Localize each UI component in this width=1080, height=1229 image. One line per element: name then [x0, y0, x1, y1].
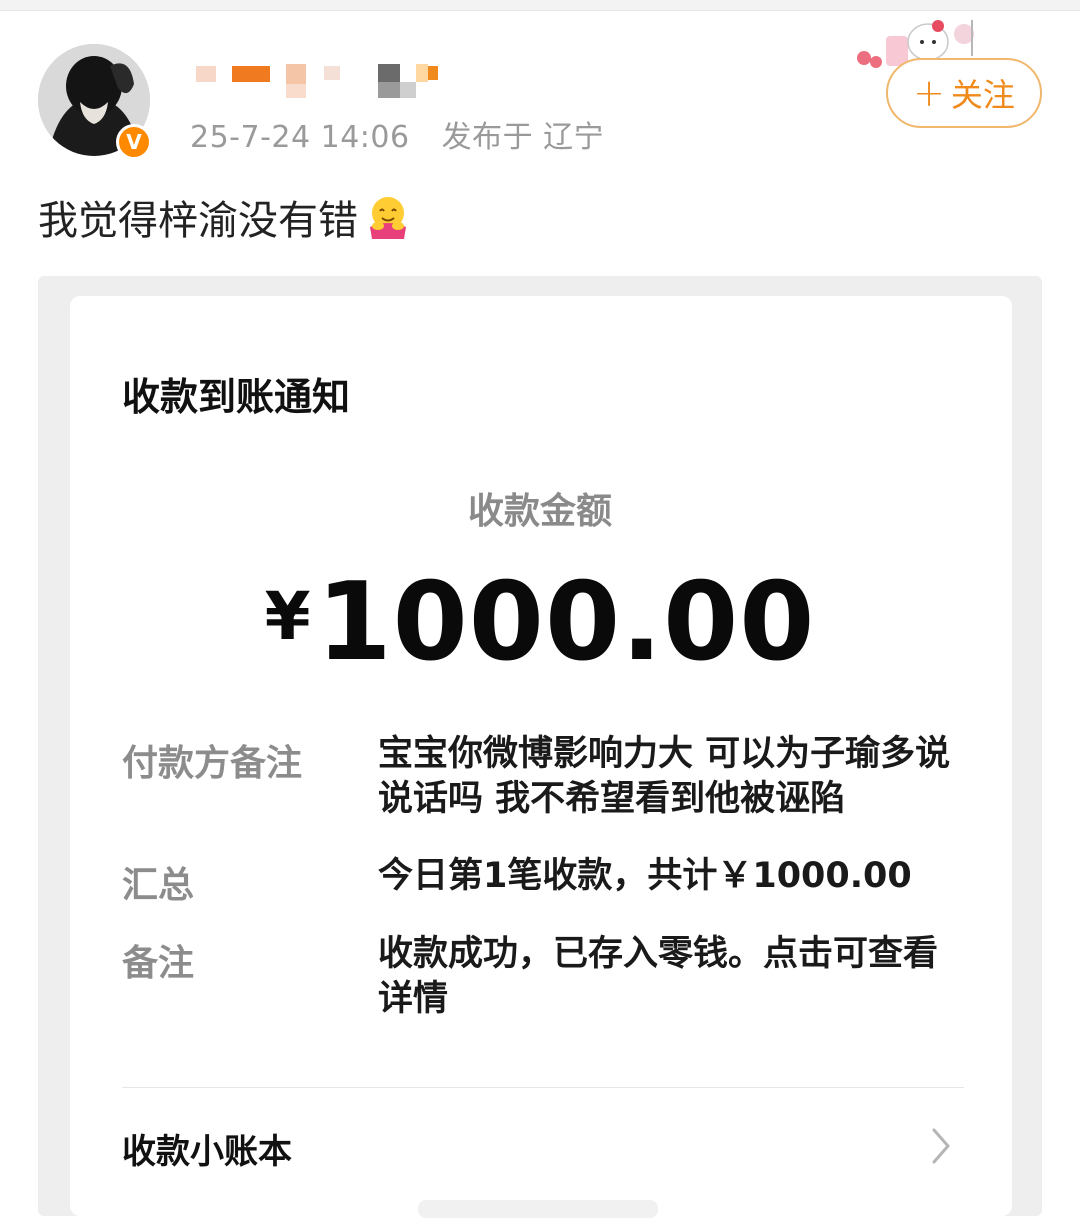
payer-note-label: 付款方备注: [122, 743, 303, 784]
post-text: 我觉得梓渝没有错: [38, 188, 412, 246]
follow-button[interactable]: + 关注: [886, 58, 1042, 128]
post-meta: 25-7-24 14:06 发布于 辽宁: [190, 112, 604, 156]
top-divider: [0, 0, 1080, 11]
card-divider: [122, 1087, 964, 1088]
follow-button-label: 关注: [950, 76, 1015, 114]
verified-badge-icon: V: [116, 124, 152, 160]
blurred-watermark: [418, 1200, 658, 1218]
amount-label: 收款金额: [467, 491, 612, 532]
summary-label: 汇总: [122, 865, 195, 906]
summary-value: 今日第1笔收款，共计￥1000.00: [378, 856, 912, 896]
post-timestamp: 25-7-24 14:06: [190, 120, 410, 155]
amount-number: 1000.00: [316, 560, 816, 685]
remark-label: 备注: [122, 943, 195, 984]
post-location: 辽宁: [543, 120, 605, 155]
username-blurred[interactable]: [196, 62, 456, 102]
ledger-link[interactable]: 收款小账本: [122, 1124, 292, 1173]
remark-value[interactable]: 收款成功，已存入零钱。点击可查看详情: [378, 932, 968, 1022]
payer-note-value: 宝宝你微博影响力大 可以为子瑜多说说话吗 我不希望看到他被诬陷: [378, 734, 951, 819]
currency-symbol: ¥: [264, 578, 311, 655]
post-location-prefix: 发布于: [441, 120, 534, 155]
hug-emoji-icon: [364, 193, 412, 241]
chevron-right-icon[interactable]: [928, 1126, 954, 1166]
amount-value: ¥1000.00: [0, 560, 1080, 685]
post-text-content: 我觉得梓渝没有错: [38, 198, 358, 244]
card-title: 收款到账通知: [122, 375, 351, 419]
plus-icon: +: [913, 71, 945, 115]
